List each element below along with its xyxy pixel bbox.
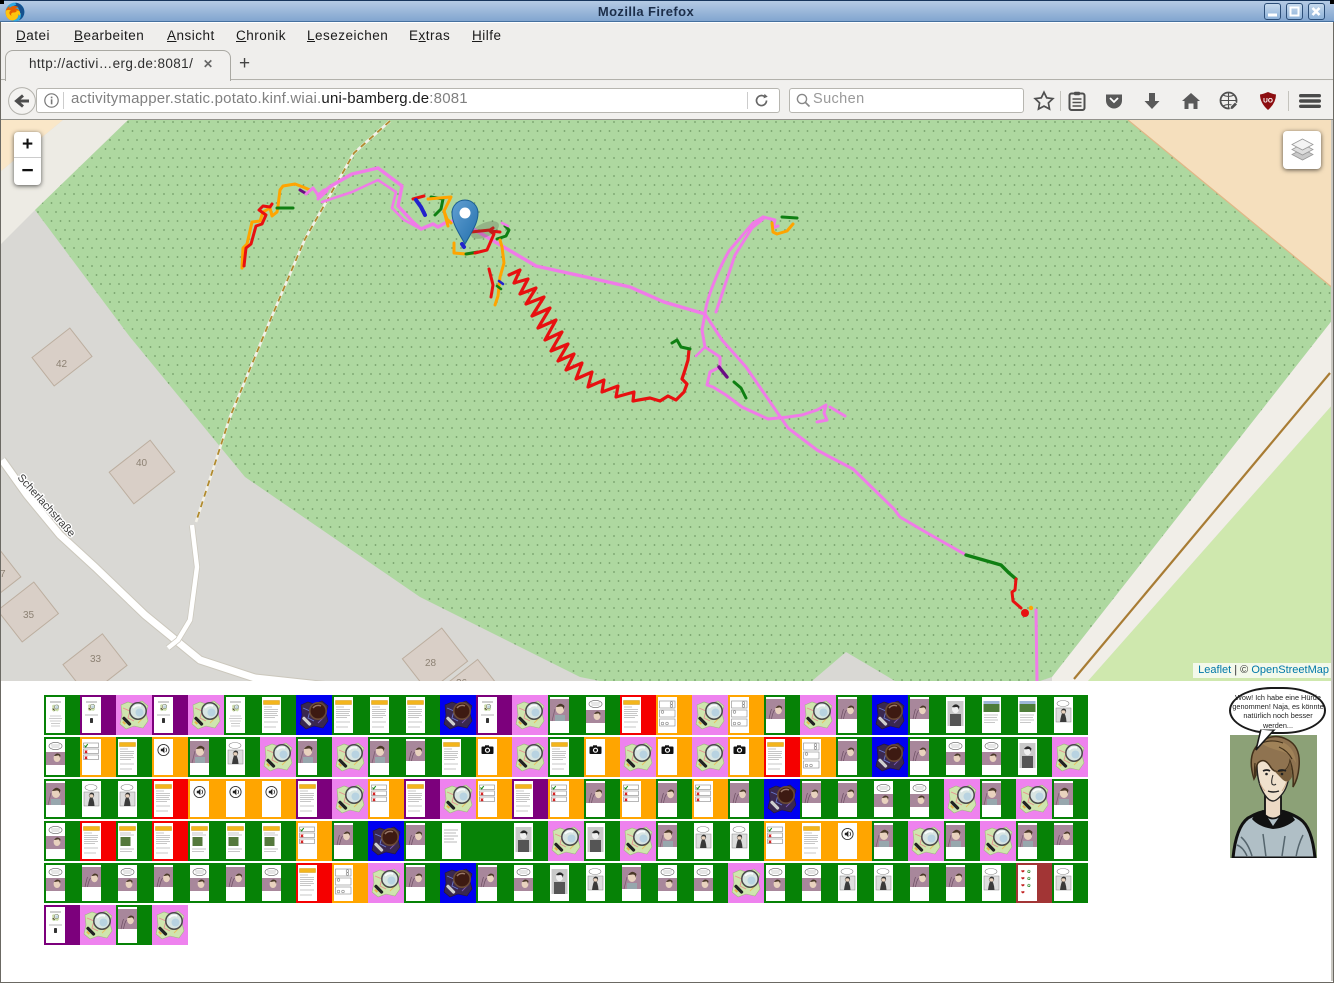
svg-text:28: 28 [425, 658, 437, 669]
svg-text:35: 35 [23, 610, 35, 621]
svg-text:33: 33 [90, 654, 102, 665]
svg-text:UO: UO [1263, 98, 1273, 105]
svg-text:42: 42 [56, 359, 68, 370]
svg-text:40: 40 [136, 458, 148, 469]
